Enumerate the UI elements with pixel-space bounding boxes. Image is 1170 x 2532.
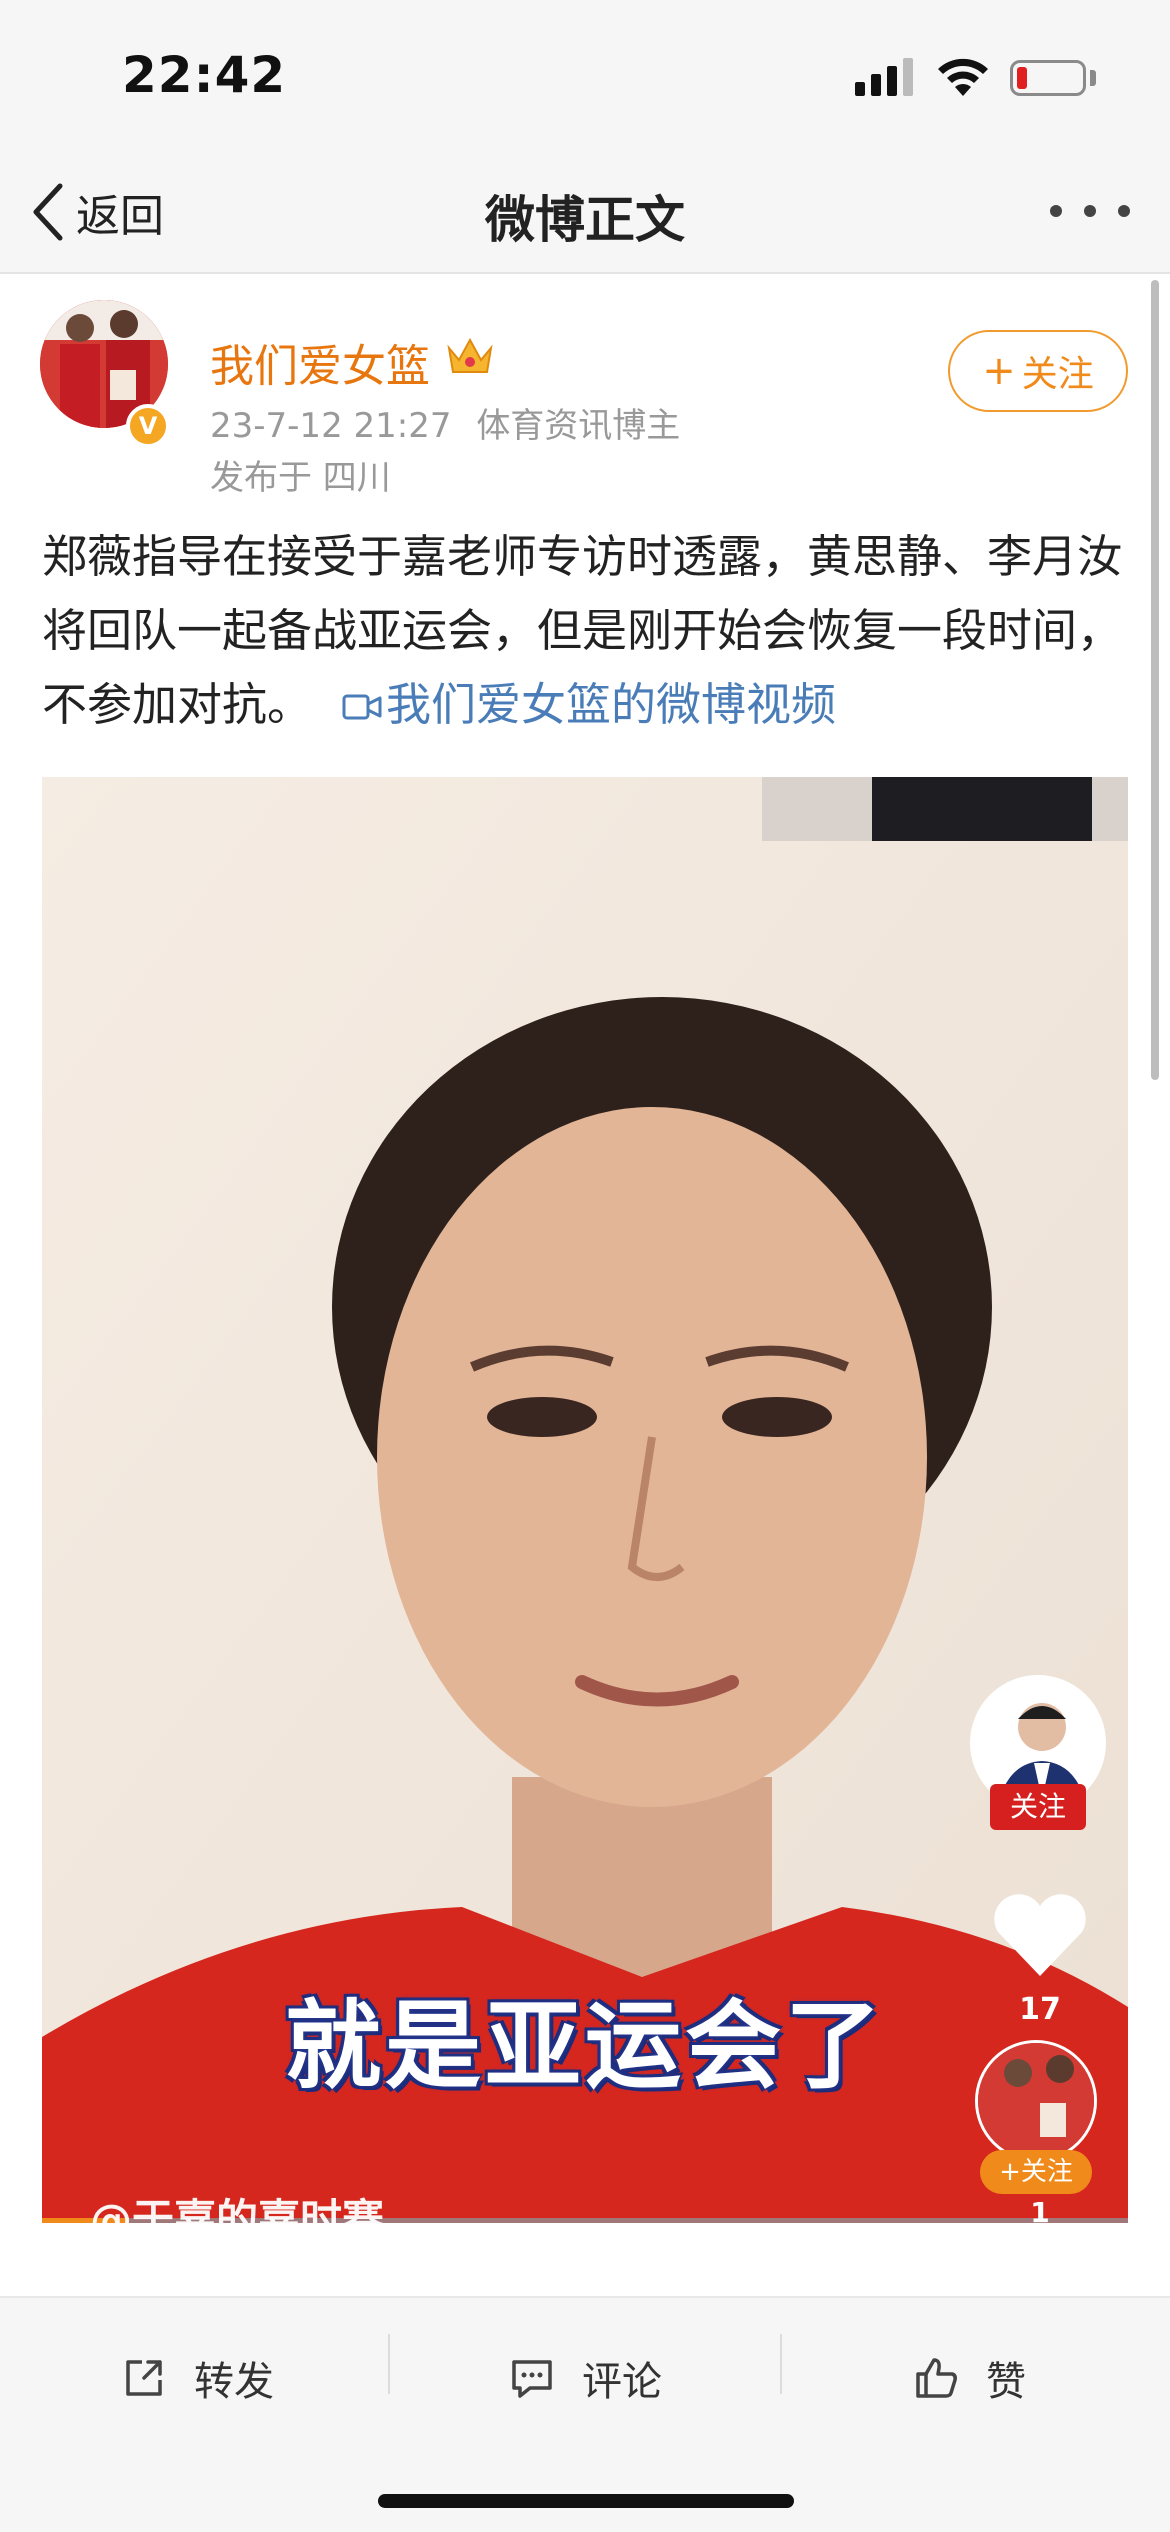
battery-low-icon — [1010, 60, 1086, 96]
author-tag: 体育资讯博主 — [476, 406, 681, 446]
repost-label: 转发 — [194, 2359, 274, 2405]
post-timestamp: 23-7-12 21:27 — [210, 406, 452, 446]
video-author-follow-button[interactable]: +关注 — [980, 2150, 1092, 2194]
follow-label: 关注 — [1021, 354, 1094, 395]
scroll-indicator[interactable] — [1151, 280, 1159, 1080]
like-label: 赞 — [986, 2359, 1026, 2405]
cellular-signal-icon — [855, 58, 913, 96]
repost-icon — [126, 2360, 162, 2396]
comment-label: 评论 — [582, 2359, 662, 2405]
crown-icon — [447, 337, 493, 373]
wifi-icon — [938, 58, 988, 96]
post-location: 发布于 四川 — [210, 458, 391, 498]
video-link[interactable]: 我们爱女篮的微博视频 — [312, 678, 836, 731]
home-indicator[interactable] — [378, 2494, 794, 2508]
video-follow-tag[interactable]: 关注 — [990, 1784, 1086, 1830]
comment-button[interactable]: 评论 — [508, 2338, 662, 2418]
post-meta: 23-7-12 21:27 体育资讯博主 — [210, 398, 680, 447]
divider — [388, 2334, 390, 2394]
verified-v-icon: V — [126, 404, 170, 448]
repost-button[interactable]: 转发 — [120, 2338, 274, 2418]
divider — [780, 2334, 782, 2394]
thumbs-up-icon — [916, 2358, 957, 2398]
heart-icon[interactable] — [990, 1890, 1090, 1980]
status-bar: 22:42 — [0, 0, 1170, 150]
battery-level — [1017, 67, 1027, 89]
like-button[interactable]: 赞 — [912, 2338, 1026, 2418]
nav-bar: 返回 微博正文 — [0, 150, 1170, 274]
author-name[interactable]: 我们爱女篮 — [210, 330, 430, 394]
video-camera-icon — [342, 694, 382, 720]
video-watermark: @于嘉的嘉时赛 — [90, 2195, 385, 2244]
video-link-label: 我们爱女篮的微博视频 — [386, 678, 837, 731]
battery-cap — [1090, 70, 1096, 86]
page-title: 微博正文 — [485, 191, 685, 249]
more-dots-icon[interactable] — [1050, 186, 1130, 236]
video-secondary-count: 1 — [1030, 2196, 1050, 2229]
status-time: 22:42 — [122, 46, 287, 104]
video-subtitle: 就是亚运会了 — [285, 1990, 885, 2102]
post-text: 郑薇指导在接受于嘉老师专访时透露，黄思静、李月汝将回队一起备战亚运会，但是刚开始… — [42, 520, 1132, 742]
comment-icon — [512, 2360, 552, 2398]
follow-button[interactable]: + 关注 — [948, 330, 1128, 412]
plus-icon: + — [982, 348, 1016, 394]
